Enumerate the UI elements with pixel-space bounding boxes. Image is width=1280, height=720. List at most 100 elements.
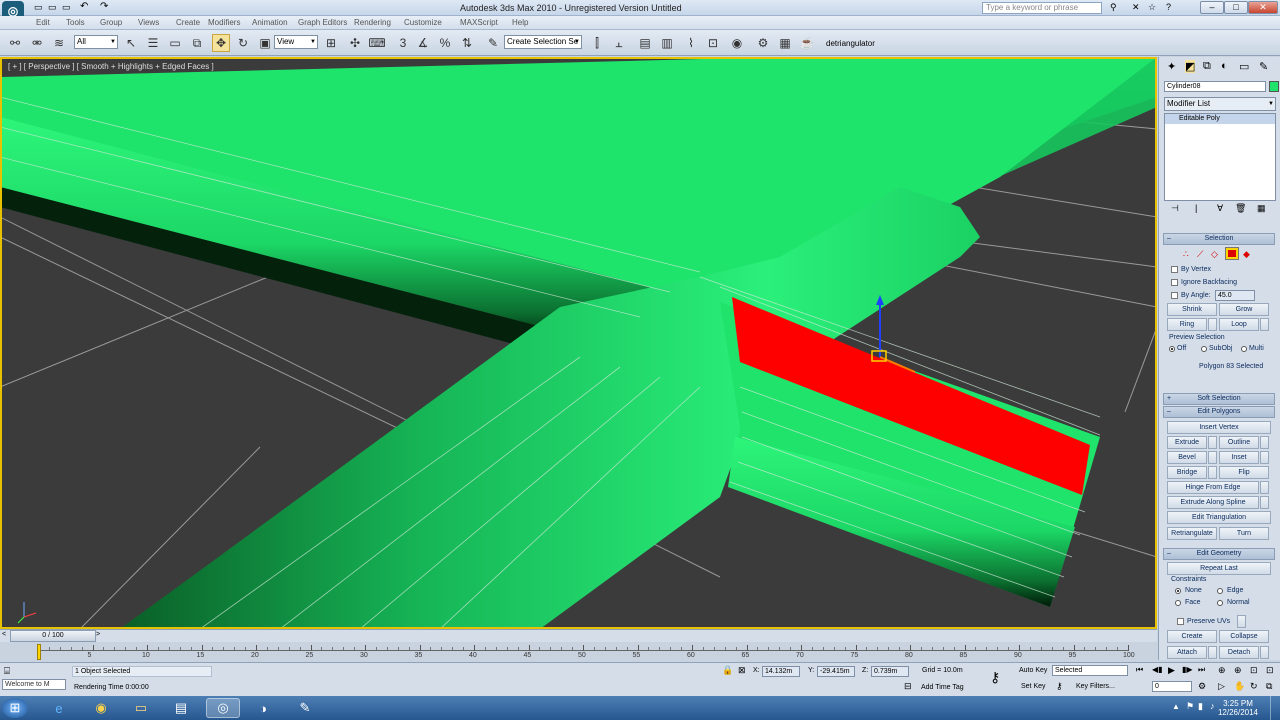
object-name-field[interactable]: Cylinder08 [1164,81,1266,92]
quick-save-icon[interactable]: ▭ [62,2,71,13]
next-frame-icon[interactable]: ▮▶ [1182,665,1193,674]
play-icon[interactable]: ▶ [1168,665,1175,676]
time-slider-thumb[interactable]: 0 / 100 [10,630,96,642]
undo-icon[interactable]: ↶ [80,1,88,12]
bevel-button[interactable]: Bevel [1167,451,1207,464]
taskbar-clock[interactable]: 3:25 PM 12/26/2014 [1218,699,1258,717]
constraint-face-radio[interactable] [1175,600,1181,606]
show-end-result-icon[interactable]: | [1195,203,1197,213]
curve-editor-icon[interactable]: ⌇ [682,34,700,52]
select-by-name-icon[interactable]: ☰ [144,34,162,52]
material-editor-icon[interactable]: ◉ [728,34,746,52]
ignore-backfacing-checkbox[interactable] [1171,279,1178,286]
detach-button[interactable]: Detach [1219,646,1259,659]
constraint-none-radio[interactable] [1175,588,1181,594]
turn-button[interactable]: Turn [1219,527,1269,540]
window-crossing-icon[interactable]: ⧉ [188,34,206,52]
file-explorer-icon[interactable]: ▭ [124,698,158,718]
utilities-tab-icon[interactable]: ✎ [1259,60,1268,73]
set-key-button[interactable]: Set Key [1021,683,1046,690]
help-icon[interactable]: ? [1166,2,1171,12]
add-time-tag[interactable]: Add Time Tag [921,684,964,691]
stack-item-editable-poly[interactable]: Editable Poly [1165,114,1275,124]
graphite-ribbon-icon[interactable]: ▥ [658,34,676,52]
edit-polygons-rollout[interactable]: – Edit Polygons [1163,406,1275,418]
menu-item-rendering[interactable]: Rendering [354,18,391,27]
zoom-icon[interactable]: ⊕ [1218,665,1226,676]
chrome-icon[interactable]: ◉ [84,698,118,718]
maximize-viewport-icon[interactable]: ⧉ [1266,681,1272,692]
bind-space-warp-icon[interactable]: ≋ [50,34,68,52]
binoculars-icon[interactable]: ⚲ [1110,2,1117,13]
modify-tab-icon[interactable]: ◩ [1185,60,1196,73]
keyboard-shortcut-override-icon[interactable]: ⌨ [368,34,386,52]
create-button[interactable]: Create [1167,630,1217,643]
extrude-along-spline-settings-button[interactable] [1260,496,1269,509]
menu-item-edit[interactable]: Edit [36,18,50,27]
tray-flag-icon[interactable]: ⚑ [1186,701,1194,712]
named-selection-dropdown[interactable]: Create Selection Se [504,35,582,49]
menu-item-animation[interactable]: Animation [252,18,288,27]
by-vertex-checkbox[interactable] [1171,266,1178,273]
selection-rollout[interactable]: – Selection [1163,233,1275,245]
selection-lock-icon[interactable]: 🔒 [722,665,733,676]
favorites-icon[interactable]: ☆ [1148,2,1156,13]
extrude-settings-button[interactable] [1208,436,1217,449]
maximize-button[interactable]: □ [1224,1,1248,14]
go-to-start-icon[interactable]: ⏮ [1136,665,1143,675]
snaps-toggle-icon[interactable]: 3 [394,34,412,52]
time-slider-right-arrow[interactable]: > [96,631,100,638]
y-coordinate-field[interactable]: -29.415m [817,666,855,677]
bridge-settings-button[interactable] [1208,466,1217,479]
time-slider-left-arrow[interactable]: < [2,631,6,638]
select-object-icon[interactable]: ↖ [122,34,140,52]
select-and-scale-icon[interactable]: ▣ [256,34,274,52]
show-desktop-button[interactable] [1270,696,1280,720]
extrude-button[interactable]: Extrude [1167,436,1207,449]
bevel-settings-button[interactable] [1208,451,1217,464]
layer-manager-icon[interactable]: ▤ [636,34,654,52]
menu-item-tools[interactable]: Tools [66,18,85,27]
loop-spinner[interactable] [1260,318,1269,331]
pan-icon[interactable]: ✋ [1234,681,1245,692]
by-angle-checkbox[interactable] [1171,292,1178,299]
z-coordinate-field[interactable]: 0.739m [871,666,909,677]
menu-item-customize[interactable]: Customize [404,18,442,27]
hinge-from-edge-button[interactable]: Hinge From Edge [1167,481,1259,494]
start-button-icon[interactable]: ⊞ [2,698,28,718]
percent-snap-icon[interactable]: % [436,34,454,52]
key-filters-icon[interactable]: ⚷ [1056,681,1063,692]
menu-item-maxscript[interactable]: MAXScript [460,18,498,27]
select-and-rotate-icon[interactable]: ↻ [234,34,252,52]
modifier-stack[interactable]: Editable Poly [1164,113,1276,201]
menu-item-graph-editors[interactable]: Graph Editors [298,18,347,27]
by-angle-input[interactable]: 45.0 [1215,290,1255,301]
maxscript-mini-listener[interactable]: Welcome to M [2,679,66,690]
select-and-link-icon[interactable]: ⚯ [6,34,24,52]
tray-up-arrow-icon[interactable]: ▲ [1172,702,1180,711]
constraint-normal-radio[interactable] [1217,600,1223,606]
selection-filter-dropdown[interactable]: All [74,35,118,49]
paint-taskbar-icon[interactable]: ✎ [288,698,322,718]
auto-key-button[interactable]: Auto Key [1019,667,1047,674]
internet-explorer-icon[interactable]: e [42,698,76,718]
ring-button[interactable]: Ring [1167,318,1207,331]
mirror-icon[interactable]: ⫿ [588,34,606,52]
render-production-icon[interactable]: ☕ [798,34,816,52]
render-setup-icon[interactable]: ⚙ [754,34,772,52]
make-unique-icon[interactable]: ∀ [1217,203,1223,214]
key-filters-button[interactable]: Key Filters... [1076,683,1115,690]
hinge-settings-button[interactable] [1260,481,1269,494]
border-subobject-icon[interactable]: ◇ [1211,249,1218,260]
time-config-icon[interactable]: ⚙ [1198,681,1206,692]
repeat-last-button[interactable]: Repeat Last [1167,562,1271,575]
viewport-label[interactable]: [ + ] [ Perspective ] [ Smooth + Highlig… [8,62,214,71]
remove-modifier-icon[interactable]: 🗑 [1235,203,1246,214]
preview-off-radio[interactable] [1169,346,1175,352]
zoom-extents-all-icon[interactable]: ⊡ [1266,665,1274,676]
configure-sets-icon[interactable]: ▦ [1257,203,1266,214]
track-bar[interactable]: 5 10 15 20 25 30 35 40 45 50 55 60 65 70 75 80 85 90 95 100 [0,642,1157,662]
inset-settings-button[interactable] [1260,451,1269,464]
absolute-offset-icon[interactable]: ⊠ [738,665,746,676]
quick-open-icon[interactable]: ▭ [48,2,57,13]
